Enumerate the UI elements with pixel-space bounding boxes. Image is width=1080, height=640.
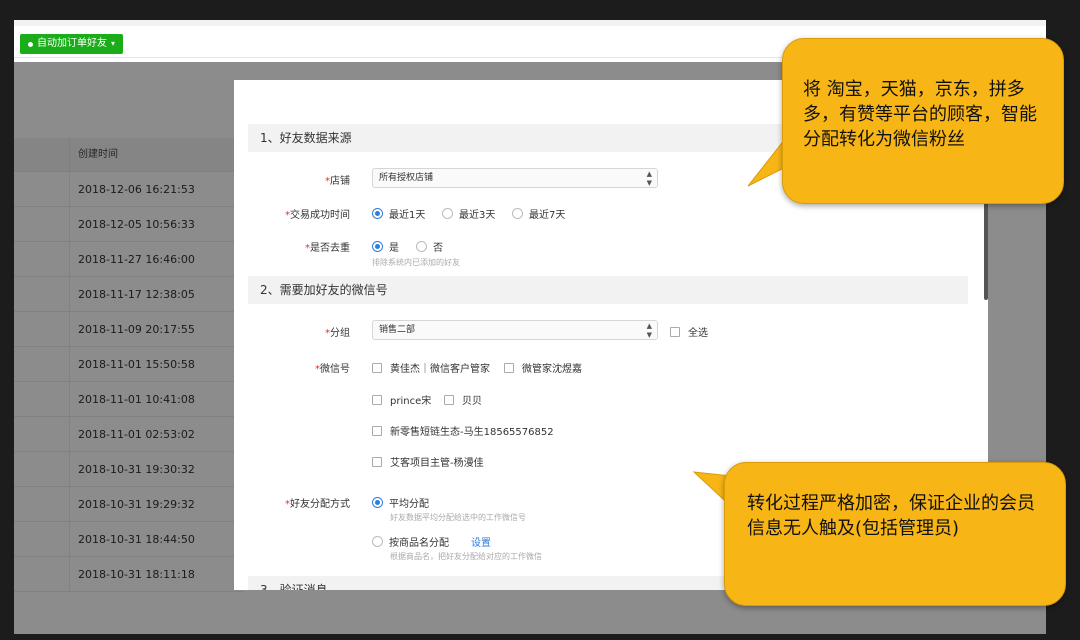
- select-arrows-icon: ▲ ▼: [646, 322, 652, 339]
- section-wechat-accounts: 2、需要加好友的微信号: [248, 276, 968, 304]
- tab-auto-add-order-friends[interactable]: 自动加订单好友 ▾: [20, 34, 124, 54]
- tab-label: 自动加订单好友: [37, 38, 107, 49]
- group-select[interactable]: 销售二部 ▲ ▼: [372, 320, 658, 340]
- wechat-account-checkbox[interactable]: 艾客项目主管-杨漫佳: [372, 454, 484, 469]
- callout-top: 将 淘宝，天猫，京东，拼多多，有赞等平台的顾客，智能分配转化为微信粉丝: [782, 38, 1064, 204]
- dedupe-hint: 排除系统内已添加的好友: [372, 258, 460, 267]
- top-strip: [14, 20, 1046, 26]
- wechat-account-checkbox[interactable]: 新零售短链生态-马生18565576852: [372, 423, 554, 438]
- radio-dedupe-yes[interactable]: 是: [372, 239, 399, 254]
- radio-distribute-by-product[interactable]: 按商品名分配 设置: [372, 534, 491, 549]
- settings-link[interactable]: 设置: [471, 534, 491, 549]
- distribute-by-product-hint: 根据商品名，把好友分配给对应的工作微信: [390, 552, 542, 561]
- wechat-account-checkbox[interactable]: 黄佳杰｜微信客户管家: [372, 360, 490, 375]
- wechat-label: *微信号: [315, 364, 350, 375]
- select-all-checkbox[interactable]: 全选: [670, 324, 708, 339]
- trade-time-label: *交易成功时间: [285, 210, 350, 221]
- wechat-account-checkbox[interactable]: 微管家沈煜嘉: [504, 360, 582, 375]
- select-arrows-icon: ▲ ▼: [646, 170, 652, 187]
- radio-last-3-days[interactable]: 最近3天: [442, 206, 495, 221]
- chevron-down-icon[interactable]: ▾: [111, 34, 115, 54]
- dedupe-label: *是否去重: [305, 243, 350, 254]
- tab-status-dot-icon: [28, 41, 33, 47]
- wechat-account-checkbox[interactable]: prince宋: [372, 392, 431, 407]
- average-distribution-hint: 好友数据平均分配给选中的工作微信号: [390, 513, 526, 522]
- store-label: *店铺: [325, 176, 350, 187]
- radio-average-distribution[interactable]: 平均分配: [372, 495, 429, 510]
- wechat-account-checkbox[interactable]: 贝贝: [444, 392, 482, 407]
- radio-last-1-day[interactable]: 最近1天: [372, 206, 425, 221]
- callout-bottom: 转化过程严格加密，保证企业的会员信息无人触及(包括管理员): [724, 462, 1066, 606]
- distribution-label: *好友分配方式: [285, 499, 350, 510]
- radio-dedupe-no[interactable]: 否: [416, 239, 443, 254]
- store-select[interactable]: 所有授权店铺 ▲ ▼: [372, 168, 658, 188]
- radio-last-7-days[interactable]: 最近7天: [512, 206, 565, 221]
- group-label: *分组: [325, 328, 350, 339]
